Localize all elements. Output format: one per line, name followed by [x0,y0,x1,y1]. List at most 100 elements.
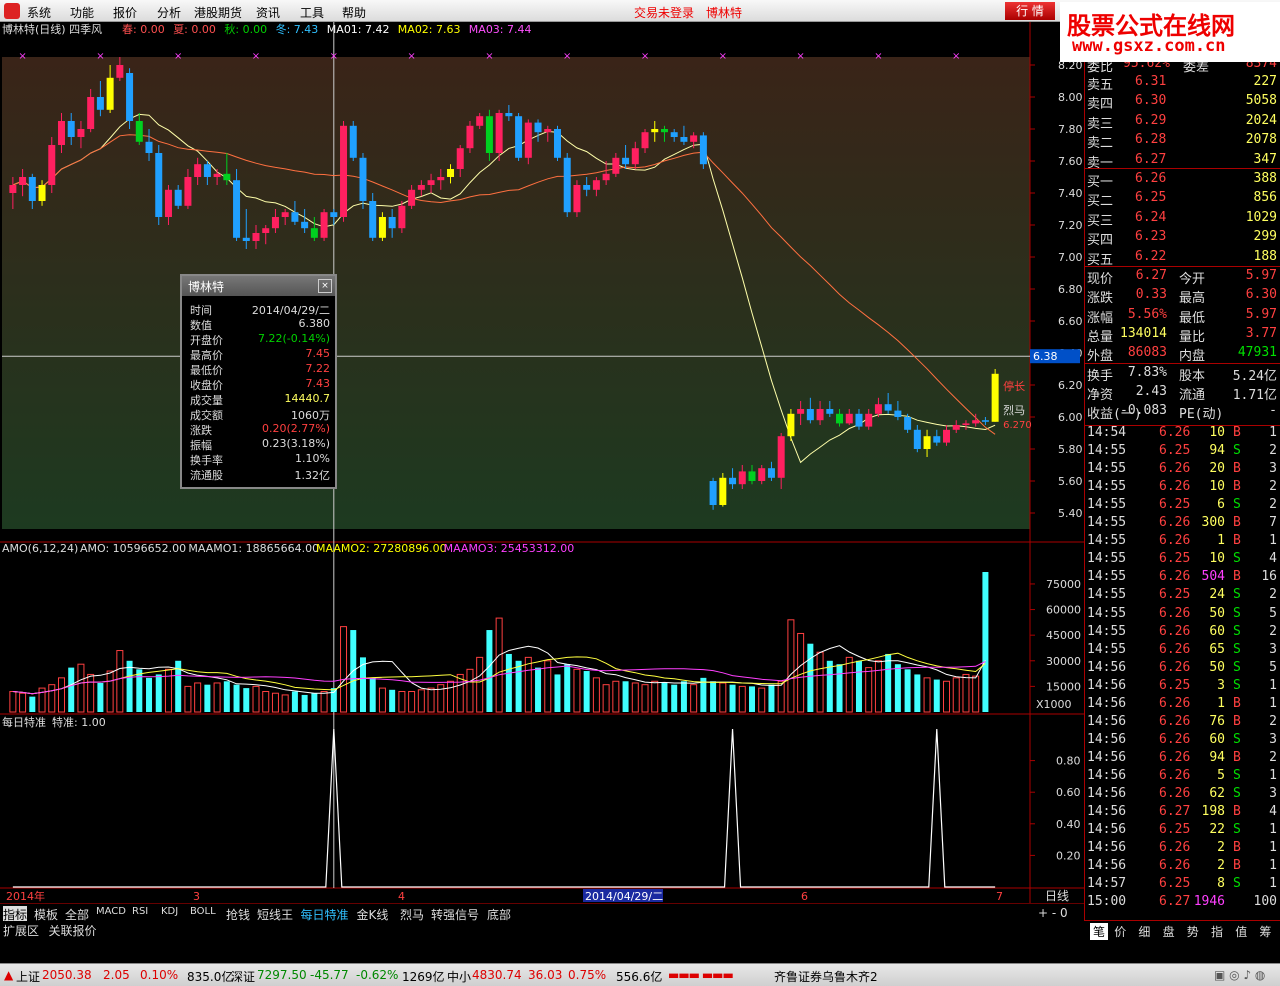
sz-percent: -0.62% [356,968,399,982]
menu-system[interactable]: 系统 [27,4,51,21]
candle-body [495,113,503,153]
indicator-tab[interactable]: RSI [132,906,148,917]
price-tick-label: 7.40 [1058,187,1083,200]
signal-marker: × [252,51,260,62]
login-status[interactable]: 交易未登录 [634,4,694,21]
candle-body [894,410,902,417]
candle-body [826,409,834,414]
candle-body [738,471,746,485]
menu-function[interactable]: 功能 [70,4,94,21]
quote-button[interactable]: 行 情 [1005,2,1055,20]
extension-tab[interactable]: 关联报价 [49,922,97,939]
popup-row-value: 7.45 [305,347,331,360]
candle-body [359,157,367,201]
zx-label[interactable]: 中小 [447,968,471,985]
candle-body [447,169,455,177]
popup-row: 成交额 1060万 [188,407,332,422]
indicator-legend: MA02: 7.63 [398,23,461,36]
indicator-legend: 冬: 7.43 [276,22,319,36]
menu-tools[interactable]: 工具 [300,4,324,21]
stat-row: 净资 2.43 流通 1.71亿 [1085,383,1280,403]
stat-label: 量比 [1179,329,1206,345]
volume-bar [885,653,892,712]
candle-body [748,471,756,481]
tick-price: 6.26 [1159,515,1191,531]
volume-bar [690,684,698,713]
sh-amount: 835.0亿 [187,970,234,984]
close-icon[interactable]: × [318,279,332,293]
indicator-tab[interactable]: BOLL [190,906,216,917]
candle-body [233,180,241,238]
volume-bar [787,619,795,713]
stat-label: 换手 [1087,368,1114,384]
chart-title: 博林特(日线) 四季风 [2,22,102,36]
panel-tab[interactable]: 筹 [1259,923,1271,940]
indicator-tab[interactable]: MACD [96,906,126,917]
date-label: 4 [398,890,405,903]
panel-tab[interactable]: 指 [1211,923,1223,940]
candle-body [427,180,435,185]
zoom-controls[interactable]: + - 0 [1038,906,1068,920]
date-label: 3 [193,890,200,903]
stat-label: PE(动) [1179,407,1224,423]
tick-side: S [1233,786,1241,801]
volume-bar [671,684,678,712]
menu-help[interactable]: 帮助 [342,4,366,21]
candle-body [933,436,941,443]
volume-bar [340,626,348,713]
menu-hk-futures[interactable]: 港股期货 [194,4,242,21]
candle-body [164,189,172,217]
tick-side: B [1233,569,1241,585]
volume-bar [651,680,659,713]
tick-row: 14:55 6.25 24 S 2 [1085,586,1280,605]
menu-news[interactable]: 资讯 [256,4,280,21]
kline-chart[interactable]: 博林特(日线) 四季风 春: 0.00 夏: 0.00 秋: 0.00 冬: 7.43 M… [0,22,1084,922]
status-bar: ▲ 上证 2050.38 2.05 0.10% 835.0亿 深证 7297.5… [0,963,1280,986]
tray-icons[interactable]: ▣ ◎ ♪ ◍ [1214,968,1265,982]
volume-bar [894,664,901,712]
app-logo-icon[interactable] [4,3,20,19]
menu-quote[interactable]: 报价 [113,4,137,21]
indicator-legend: 夏: 0.00 [173,23,216,36]
panel-tab[interactable]: 价 [1114,923,1126,940]
tick-time: 14:55 [1087,551,1127,567]
popup-row-label: 流通股 [190,469,223,482]
stat-row: 总量 134014 量比 3.77 [1085,325,1280,345]
panel-tab[interactable]: 势 [1187,923,1199,940]
candle-body [583,185,591,190]
indicator-tab[interactable]: KDJ [161,906,178,917]
tick-time: 14:54 [1087,425,1127,440]
popup-row-label: 数值 [190,319,212,332]
ask-volume: 227 [1253,74,1277,89]
data-popup[interactable]: 博林特 × 时间 2014/04/29/二 数值 6.380 开盘价 7.22(-0.14… [180,274,337,489]
tick-volume: 10 [1209,425,1225,440]
candle-body [913,429,921,449]
quote-panel: 委比 95.62% 委差 8374 卖五 6.31 227 卖四 6.30 5058 卖三 6.29 2… [1084,22,1280,922]
panel-tab[interactable]: 笔 [1090,923,1109,940]
extension-tab[interactable]: 扩展区 [3,922,39,939]
sz-label[interactable]: 深证 [231,968,255,985]
tick-price: 6.25 [1159,497,1191,513]
ask-label: 卖三 [1087,116,1114,132]
menu-analysis[interactable]: 分析 [157,4,181,21]
candle-body [155,153,163,217]
candle-body [690,135,698,142]
tick-side: B [1233,461,1241,477]
panel-tab[interactable]: 盘 [1163,923,1175,940]
tick-side: S [1233,641,1241,657]
candle-body [641,132,649,149]
candle-body [612,157,620,174]
volume-bar [233,684,240,712]
ask-price: 6.31 [1135,74,1167,89]
volume-bar [243,688,250,712]
panel-tab[interactable]: 细 [1138,923,1150,940]
tick-volume: 1 [1217,695,1225,711]
candle-body [563,157,571,213]
volume-bar [447,680,455,713]
tick-count: 3 [1269,461,1277,477]
sh-label[interactable]: 上证 [16,968,40,985]
panel-tab[interactable]: 值 [1235,923,1247,940]
bid-volume: 856 [1253,190,1277,206]
volume-bar [710,681,717,712]
popup-row-value: 7.22(-0.14%) [258,332,330,345]
